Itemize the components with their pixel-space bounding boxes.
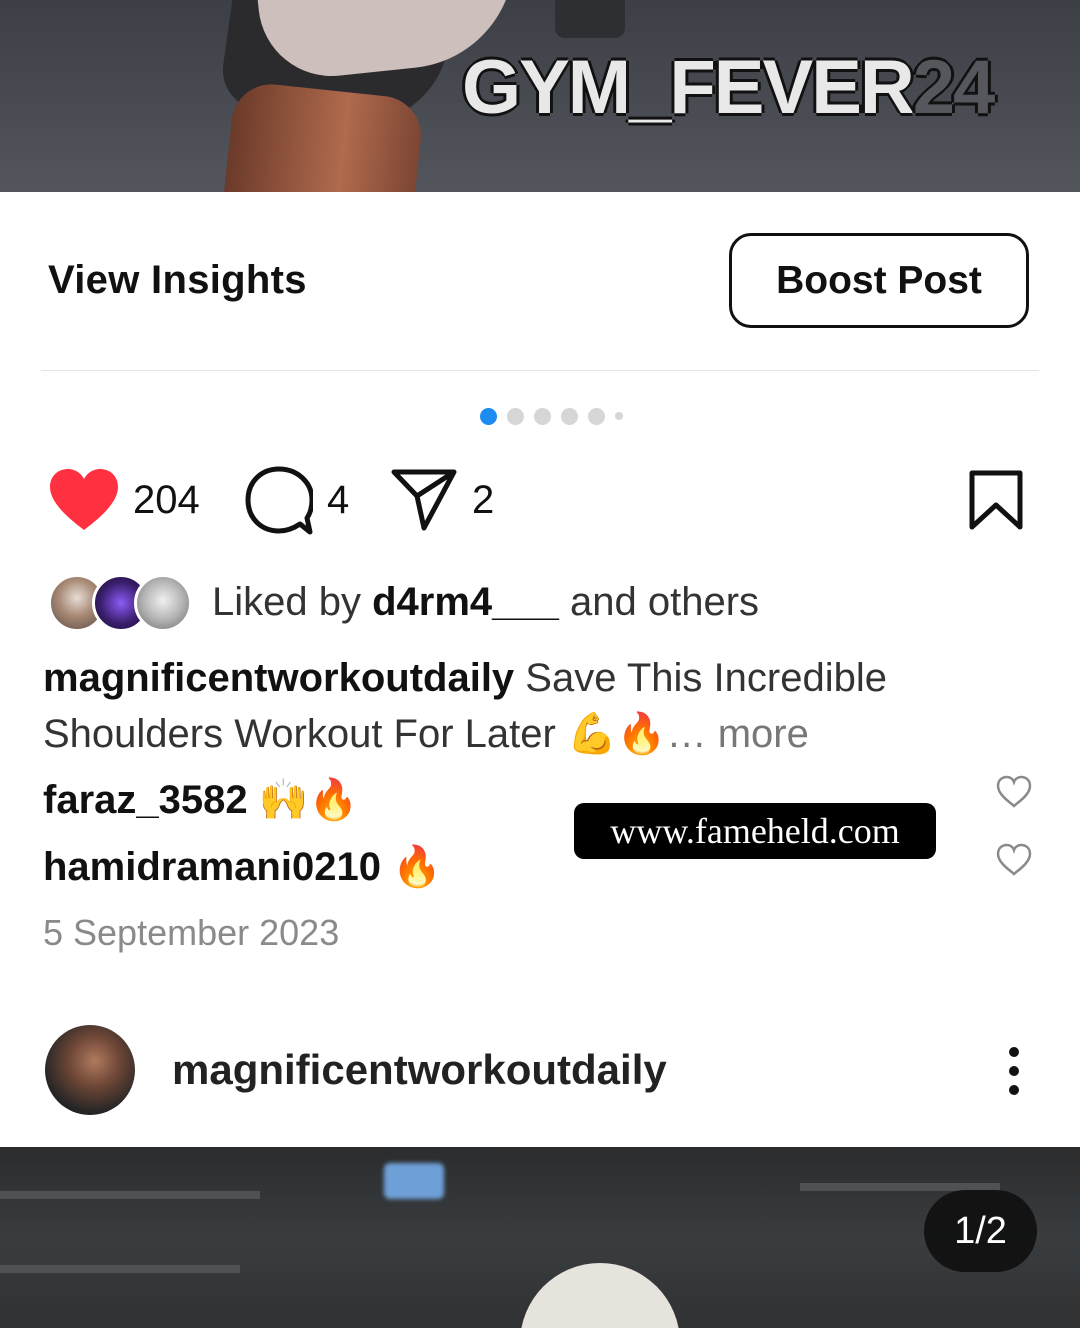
pager-dot [561, 407, 578, 425]
caption-ellipsis: … [666, 712, 718, 756]
boost-post-button[interactable]: Boost Post [729, 233, 1029, 328]
comment-username[interactable]: hamidramani0210 [43, 845, 381, 889]
heart-filled-icon[interactable] [48, 468, 120, 532]
comment-text: 🙌🔥 [258, 777, 359, 823]
carousel-pager [480, 406, 623, 426]
website-watermark: www.fameheld.com [574, 803, 936, 859]
comment-row: faraz_3582 🙌🔥 [43, 776, 358, 823]
media-light [384, 1163, 444, 1199]
likes-count[interactable]: 204 [133, 478, 200, 523]
liked-by-prefix: Liked by [212, 580, 373, 624]
pager-dot-active [480, 407, 497, 425]
pager-dot [615, 412, 623, 420]
watermark-logo: GYM_FEVER24 [462, 45, 995, 130]
avatar [134, 574, 192, 632]
liked-by-suffix: and others [558, 580, 760, 624]
post-media-top[interactable]: GYM_FEVER24 [0, 0, 1080, 192]
pager-dot [588, 407, 605, 425]
profile-username[interactable]: magnificentworkoutdaily [172, 1046, 667, 1094]
bookmark-icon[interactable] [968, 469, 1024, 531]
media-cap [520, 1263, 680, 1328]
caption-username[interactable]: magnificentworkoutdaily [43, 656, 514, 700]
media-strap [555, 0, 625, 38]
liked-by-user[interactable]: d4rm4___ [372, 580, 559, 624]
view-insights-link[interactable]: View Insights [48, 258, 307, 303]
post-date: 5 September 2023 [43, 912, 340, 953]
comment-row: hamidramani0210 🔥 [43, 843, 442, 890]
liked-by-text[interactable]: Liked by d4rm4___ and others [212, 580, 759, 625]
heart-outline-icon[interactable] [996, 843, 1032, 877]
paper-plane-icon[interactable] [390, 468, 458, 532]
media-gym-bar [0, 1265, 240, 1273]
more-link[interactable]: more [718, 712, 809, 756]
liked-by-avatars[interactable] [48, 574, 192, 632]
heart-outline-icon[interactable] [996, 775, 1032, 809]
media-page-indicator: 1/2 [924, 1190, 1037, 1272]
comment-bubble-icon[interactable] [245, 466, 313, 536]
post-caption: magnificentworkoutdaily Save This Incred… [43, 650, 1033, 762]
media-gym-bar [0, 1191, 260, 1199]
more-options-icon[interactable] [1000, 1046, 1028, 1096]
comment-text: 🔥 [392, 844, 442, 890]
pager-dot [534, 407, 551, 425]
shares-count[interactable]: 2 [472, 478, 494, 523]
comments-count[interactable]: 4 [327, 478, 349, 523]
comment-username[interactable]: faraz_3582 [43, 778, 248, 822]
pager-dot [507, 407, 524, 425]
post-media-bottom[interactable]: 1/2 [0, 1147, 1080, 1328]
divider [41, 370, 1039, 371]
profile-avatar[interactable] [45, 1025, 135, 1115]
caption-emojis: 💪🔥 [566, 711, 667, 757]
